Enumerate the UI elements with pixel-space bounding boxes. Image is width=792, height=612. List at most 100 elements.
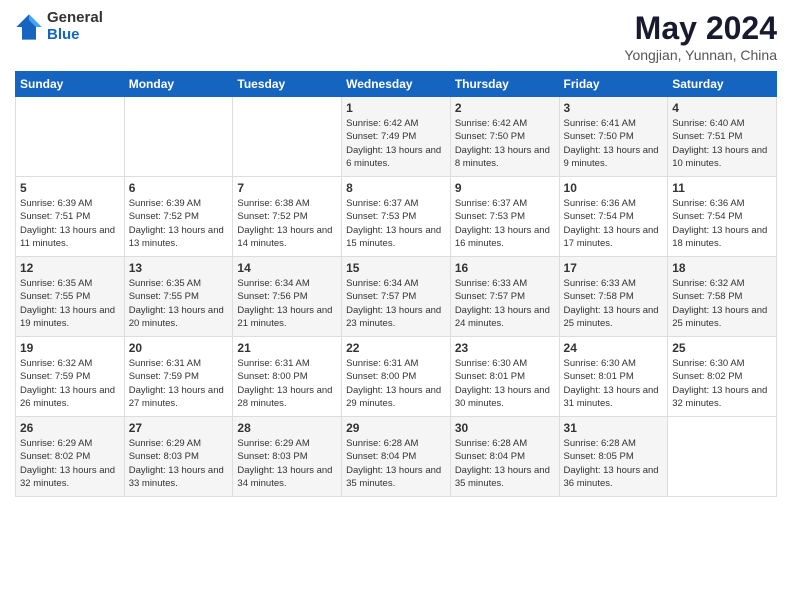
calendar-cell: 6Sunrise: 6:39 AM Sunset: 7:52 PM Daylig…	[124, 177, 233, 257]
calendar-cell: 4 Sunrise: 6:40 AM Sunset: 7:51 PM Daylig…	[668, 97, 777, 177]
calendar-cell: 13 Sunrise: 6:35 AM Sunset: 7:55 PM Dayli…	[124, 257, 233, 337]
cell-content: Sunrise: 6:29 AM Sunset: 8:02 PM Dayligh…	[20, 437, 120, 490]
cell-content: Sunrise: 6:33 AM Sunset: 7:58 PM Dayligh…	[564, 277, 664, 330]
header-row: SundayMondayTuesdayWednesdayThursdayFrid…	[16, 72, 777, 97]
day-number: 21	[237, 341, 337, 355]
day-number: 20	[129, 341, 229, 355]
cell-content: Sunrise: 6:36 AM Sunset: 7:54 PM Dayligh…	[672, 197, 772, 250]
cell-content: Sunrise: 6:36 AM Sunset: 7:54 PM Dayligh…	[564, 197, 664, 250]
calendar-header: SundayMondayTuesdayWednesdayThursdayFrid…	[16, 72, 777, 97]
cell-content: Sunrise: 6:30 AM Sunset: 8:02 PM Dayligh…	[672, 357, 772, 410]
cell-content: Sunrise: 6:35 AM Sunset: 7:55 PM Dayligh…	[129, 277, 229, 330]
cell-content: Sunrise: 6:31 AM Sunset: 7:59 PM Dayligh…	[129, 357, 229, 410]
day-number: 3	[564, 101, 664, 115]
cell-content: Sunrise: 6:37 AM Sunset: 7:53 PM Dayligh…	[346, 197, 446, 250]
calendar-cell	[233, 97, 342, 177]
cell-content: Sunrise: 6:40 AM Sunset: 7:51 PM Dayligh…	[672, 117, 772, 170]
calendar-cell: 24 Sunrise: 6:30 AM Sunset: 8:01 PM Dayli…	[559, 337, 668, 417]
cell-content: Sunrise: 6:30 AM Sunset: 8:01 PM Dayligh…	[455, 357, 555, 410]
day-number: 23	[455, 341, 555, 355]
day-number: 18	[672, 261, 772, 275]
calendar-cell: 19 Sunrise: 6:32 AM Sunset: 7:59 PM Dayli…	[16, 337, 125, 417]
cell-content: Sunrise: 6:34 AM Sunset: 7:56 PM Dayligh…	[237, 277, 337, 330]
calendar-cell: 20 Sunrise: 6:31 AM Sunset: 7:59 PM Dayli…	[124, 337, 233, 417]
day-number: 9	[455, 181, 555, 195]
cell-content: Sunrise: 6:28 AM Sunset: 8:04 PM Dayligh…	[455, 437, 555, 490]
main-title: May 2024	[624, 10, 777, 47]
day-number: 2	[455, 101, 555, 115]
calendar-cell: 10 Sunrise: 6:36 AM Sunset: 7:54 PM Dayli…	[559, 177, 668, 257]
weekday-header: Friday	[559, 72, 668, 97]
day-number: 22	[346, 341, 446, 355]
calendar-row: 19 Sunrise: 6:32 AM Sunset: 7:59 PM Dayli…	[16, 337, 777, 417]
calendar-cell: 16 Sunrise: 6:33 AM Sunset: 7:57 PM Dayli…	[450, 257, 559, 337]
day-number: 25	[672, 341, 772, 355]
day-number: 29	[346, 421, 446, 435]
day-number: 26	[20, 421, 120, 435]
logo-blue-text: Blue	[47, 27, 103, 44]
calendar-row: 5Sunrise: 6:39 AM Sunset: 7:51 PM Daylig…	[16, 177, 777, 257]
calendar-cell: 15Sunrise: 6:34 AM Sunset: 7:57 PM Dayli…	[342, 257, 451, 337]
calendar-cell: 25 Sunrise: 6:30 AM Sunset: 8:02 PM Dayli…	[668, 337, 777, 417]
logo-general-text: General	[47, 10, 103, 27]
title-block: May 2024 Yongjian, Yunnan, China	[624, 10, 777, 63]
calendar-cell: 23 Sunrise: 6:30 AM Sunset: 8:01 PM Dayli…	[450, 337, 559, 417]
day-number: 12	[20, 261, 120, 275]
calendar-cell: 9 Sunrise: 6:37 AM Sunset: 7:53 PM Daylig…	[450, 177, 559, 257]
day-number: 11	[672, 181, 772, 195]
day-number: 31	[564, 421, 664, 435]
calendar-cell: 17 Sunrise: 6:33 AM Sunset: 7:58 PM Dayli…	[559, 257, 668, 337]
day-number: 7	[237, 181, 337, 195]
calendar-cell	[668, 417, 777, 497]
calendar-cell: 30 Sunrise: 6:28 AM Sunset: 8:04 PM Dayli…	[450, 417, 559, 497]
calendar-body: 1 Sunrise: 6:42 AM Sunset: 7:49 PM Daylig…	[16, 97, 777, 497]
cell-content: Sunrise: 6:42 AM Sunset: 7:49 PM Dayligh…	[346, 117, 446, 170]
day-number: 13	[129, 261, 229, 275]
cell-content: Sunrise: 6:31 AM Sunset: 8:00 PM Dayligh…	[237, 357, 337, 410]
day-number: 16	[455, 261, 555, 275]
calendar-cell: 27 Sunrise: 6:29 AM Sunset: 8:03 PM Dayli…	[124, 417, 233, 497]
calendar-cell: 22 Sunrise: 6:31 AM Sunset: 8:00 PM Dayli…	[342, 337, 451, 417]
day-number: 27	[129, 421, 229, 435]
calendar-cell: 31 Sunrise: 6:28 AM Sunset: 8:05 PM Dayli…	[559, 417, 668, 497]
calendar-cell: 18 Sunrise: 6:32 AM Sunset: 7:58 PM Dayli…	[668, 257, 777, 337]
calendar-cell: 14 Sunrise: 6:34 AM Sunset: 7:56 PM Dayli…	[233, 257, 342, 337]
cell-content: Sunrise: 6:29 AM Sunset: 8:03 PM Dayligh…	[129, 437, 229, 490]
header: General Blue May 2024 Yongjian, Yunnan, …	[15, 10, 777, 63]
cell-content: Sunrise: 6:39 AM Sunset: 7:52 PM Dayligh…	[129, 197, 229, 250]
calendar-row: 26 Sunrise: 6:29 AM Sunset: 8:02 PM Dayli…	[16, 417, 777, 497]
cell-content: Sunrise: 6:28 AM Sunset: 8:05 PM Dayligh…	[564, 437, 664, 490]
day-number: 14	[237, 261, 337, 275]
day-number: 10	[564, 181, 664, 195]
calendar-row: 12 Sunrise: 6:35 AM Sunset: 7:55 PM Dayli…	[16, 257, 777, 337]
day-number: 28	[237, 421, 337, 435]
calendar-cell: 21 Sunrise: 6:31 AM Sunset: 8:00 PM Dayli…	[233, 337, 342, 417]
calendar-cell: 7 Sunrise: 6:38 AM Sunset: 7:52 PM Daylig…	[233, 177, 342, 257]
cell-content: Sunrise: 6:37 AM Sunset: 7:53 PM Dayligh…	[455, 197, 555, 250]
day-number: 1	[346, 101, 446, 115]
cell-content: Sunrise: 6:32 AM Sunset: 7:58 PM Dayligh…	[672, 277, 772, 330]
day-number: 4	[672, 101, 772, 115]
day-number: 30	[455, 421, 555, 435]
cell-content: Sunrise: 6:30 AM Sunset: 8:01 PM Dayligh…	[564, 357, 664, 410]
day-number: 19	[20, 341, 120, 355]
cell-content: Sunrise: 6:32 AM Sunset: 7:59 PM Dayligh…	[20, 357, 120, 410]
cell-content: Sunrise: 6:33 AM Sunset: 7:57 PM Dayligh…	[455, 277, 555, 330]
cell-content: Sunrise: 6:39 AM Sunset: 7:51 PM Dayligh…	[20, 197, 120, 250]
day-number: 17	[564, 261, 664, 275]
day-number: 24	[564, 341, 664, 355]
calendar-cell: 12Sunrise: 6:35 AM Sunset: 7:55 PM Dayli…	[16, 257, 125, 337]
page: General Blue May 2024 Yongjian, Yunnan, …	[0, 0, 792, 612]
weekday-header: Monday	[124, 72, 233, 97]
cell-content: Sunrise: 6:31 AM Sunset: 8:00 PM Dayligh…	[346, 357, 446, 410]
logo: General Blue	[15, 10, 103, 43]
calendar-cell	[124, 97, 233, 177]
weekday-header: Thursday	[450, 72, 559, 97]
calendar-cell: 8 Sunrise: 6:37 AM Sunset: 7:53 PM Daylig…	[342, 177, 451, 257]
calendar-cell: 28Sunrise: 6:29 AM Sunset: 8:03 PM Dayli…	[233, 417, 342, 497]
cell-content: Sunrise: 6:42 AM Sunset: 7:50 PM Dayligh…	[455, 117, 555, 170]
calendar-row: 1 Sunrise: 6:42 AM Sunset: 7:49 PM Daylig…	[16, 97, 777, 177]
cell-content: Sunrise: 6:38 AM Sunset: 7:52 PM Dayligh…	[237, 197, 337, 250]
day-number: 8	[346, 181, 446, 195]
weekday-header: Wednesday	[342, 72, 451, 97]
